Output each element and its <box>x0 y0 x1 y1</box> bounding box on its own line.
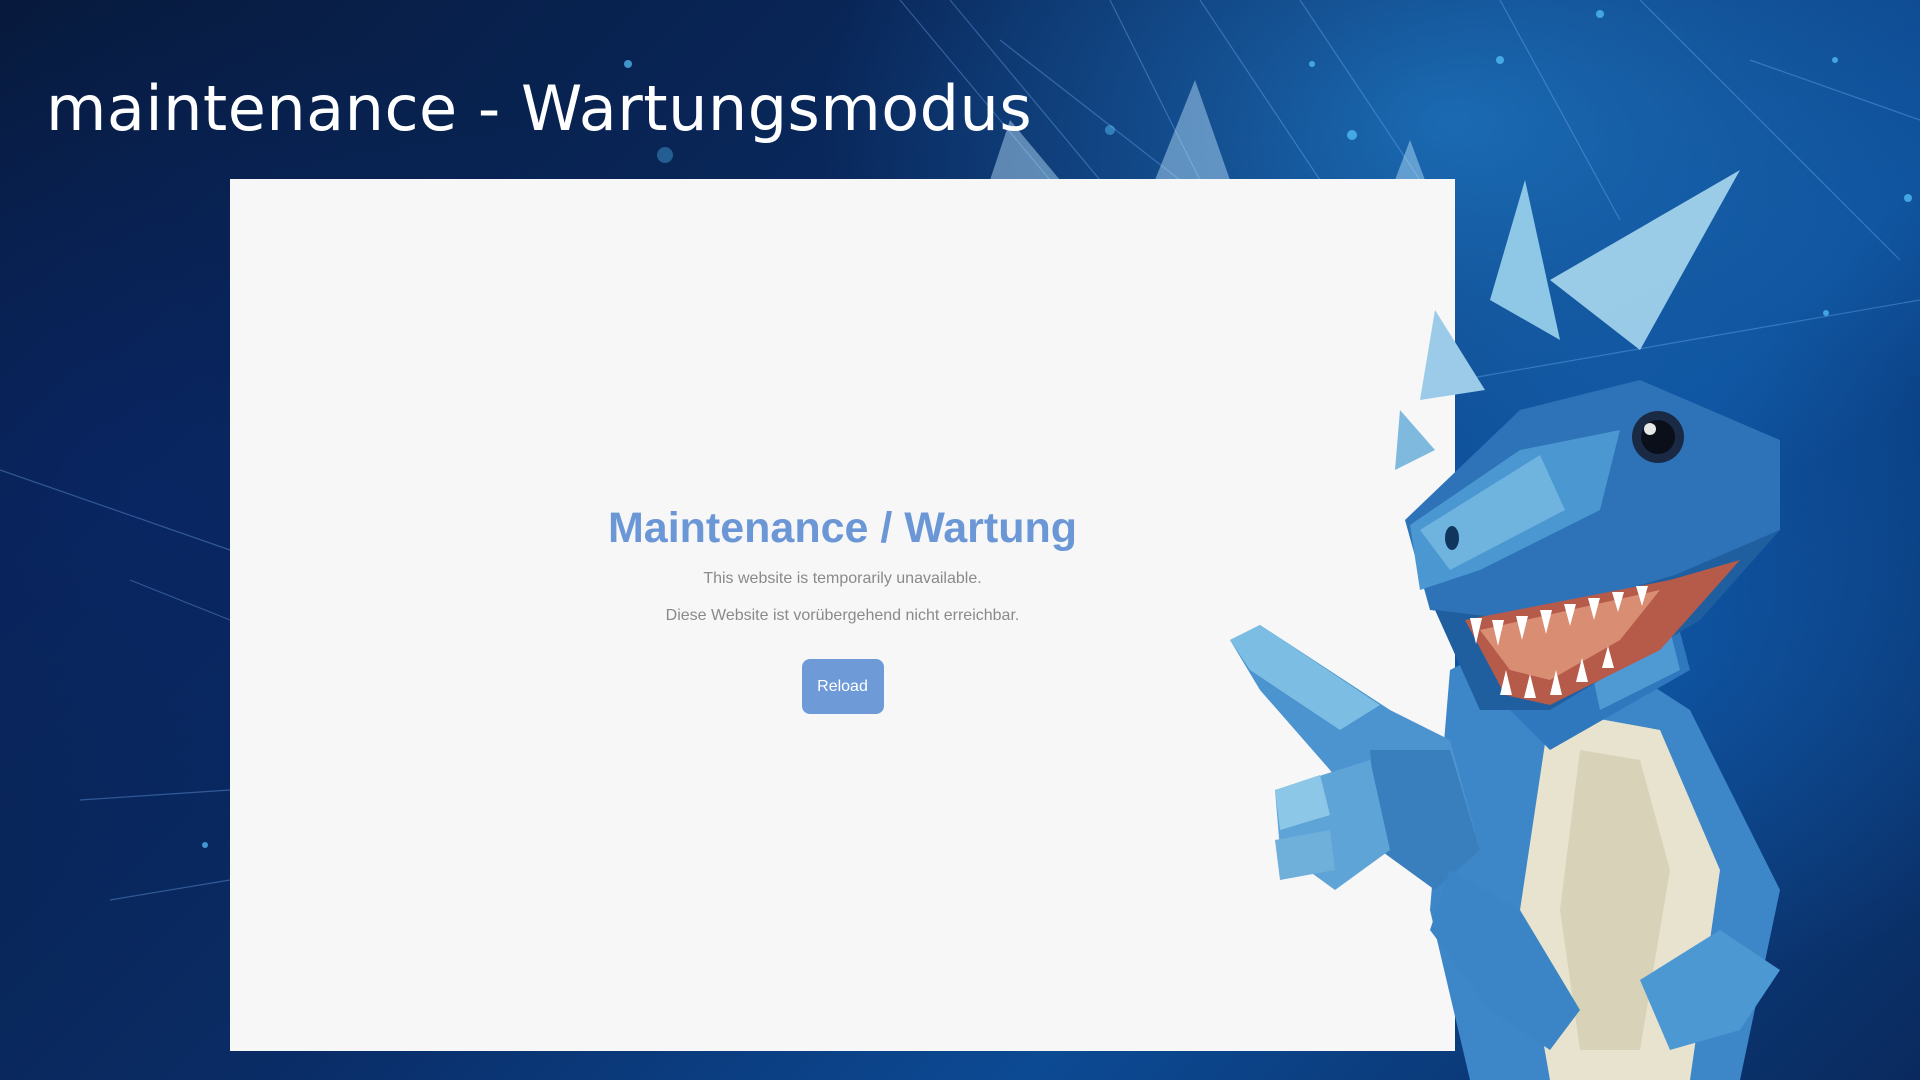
reload-button[interactable]: Reload <box>801 659 884 714</box>
dinosaur-icon <box>1230 170 1780 1080</box>
page-title: maintenance - Wartungsmodus <box>46 72 1033 145</box>
